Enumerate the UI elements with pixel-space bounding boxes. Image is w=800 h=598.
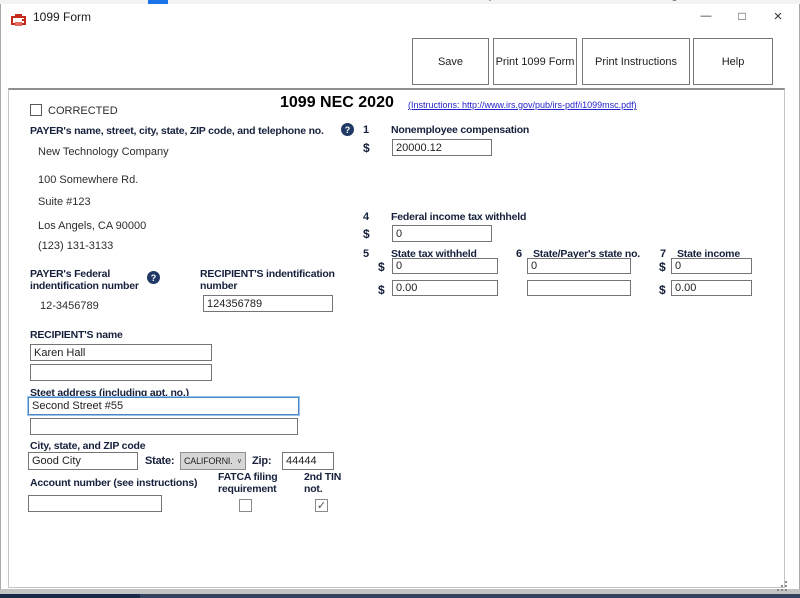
help-button[interactable]: Help (693, 38, 773, 85)
payer-suite: Suite #123 (38, 196, 91, 208)
zip-input[interactable] (282, 452, 334, 470)
recipient-name2-input[interactable] (30, 364, 212, 381)
question-mark-icon: ? (151, 273, 157, 283)
instructions-link[interactable]: (Instructions: http://www.irs.gov/pub/ir… (408, 100, 637, 110)
box7-row1-dollar-sign: $ (659, 260, 666, 274)
recipient-id-input[interactable] (203, 295, 333, 312)
state-dropdown-value: CALIFORNI. (184, 456, 233, 466)
payer-state-no-row1-input[interactable] (527, 258, 631, 274)
street-address-input[interactable] (28, 397, 299, 415)
box1-label: Nonemployee compensation (391, 124, 529, 136)
state-tax-withheld-row2-input[interactable] (392, 280, 498, 296)
payer-info-label: PAYER's name, street, city, state, ZIP c… (30, 125, 324, 137)
minimize-button[interactable]: — (689, 4, 723, 28)
window-1099-form: File Edit View Insert Format Tools Add-o… (0, 0, 800, 598)
question-mark-icon: ? (345, 125, 351, 135)
taskbar-strip-left (0, 594, 140, 598)
recipient-name-label: RECIPIENT'S name (30, 329, 123, 341)
maximize-icon: □ (738, 9, 745, 23)
payer-fed-id-value: 12-3456789 (40, 300, 99, 312)
fatca-checkbox[interactable] (239, 499, 252, 512)
second-tin-label: 2nd TIN not. (304, 471, 341, 495)
background-app-icon (148, 0, 168, 4)
account-number-label: Account number (see instructions) (30, 477, 197, 489)
state-tax-withheld-row1-input[interactable] (392, 258, 498, 274)
state-income-row1-input[interactable] (671, 258, 752, 274)
resize-grip[interactable] (776, 580, 788, 591)
box4-dollar-sign: $ (363, 227, 370, 241)
save-button[interactable]: Save (412, 38, 489, 85)
payer-city-line: Los Angels, CA 90000 (38, 220, 146, 232)
form-title: 1099 NEC 2020 (280, 94, 394, 112)
city-state-zip-label: City, state, and ZIP code (30, 440, 145, 452)
close-icon: × (774, 8, 783, 25)
second-tin-checkbox[interactable]: ✓ (315, 499, 328, 512)
box5-number: 5 (363, 248, 369, 260)
window-title: 1099 Form (33, 10, 91, 24)
box7-number: 7 (660, 248, 666, 260)
fatca-label: FATCA filing requirement (218, 471, 277, 495)
box5-row2-dollar-sign: $ (378, 283, 385, 297)
print-instructions-button[interactable]: Print Instructions (582, 38, 690, 85)
box4-number: 4 (363, 211, 369, 223)
state-income-row2-input[interactable] (671, 280, 752, 296)
box4-label: Federal income tax withheld (391, 211, 526, 223)
corrected-checkbox[interactable] (30, 104, 42, 116)
recipient-id-label: RECIPIENT'S indentification number (200, 268, 335, 292)
payer-street: 100 Somewhere Rd. (38, 174, 138, 186)
zip-label: Zip: (252, 455, 271, 468)
box1-number: 1 (363, 124, 369, 136)
payer-fed-id-label: PAYER's Federal indentification number (30, 268, 139, 292)
close-button[interactable]: × (761, 4, 795, 28)
box6-number: 6 (516, 248, 522, 260)
background-status-text: Last edit was seconds ago (565, 0, 683, 2)
street-address2-input[interactable] (30, 418, 298, 435)
maximize-button[interactable]: □ (725, 4, 759, 28)
check-icon: ✓ (317, 499, 326, 512)
nonemployee-compensation-input[interactable] (392, 139, 492, 156)
box1-dollar-sign: $ (363, 141, 370, 155)
state-dropdown[interactable]: CALIFORNI. ∨ (180, 452, 246, 470)
titlebar: 1099 Form — □ × (1, 4, 799, 29)
state-label: State: (145, 455, 174, 468)
corrected-label: CORRECTED (48, 105, 118, 117)
print-1099-form-button[interactable]: Print 1099 Form (493, 38, 577, 85)
background-window-strip: File Edit View Insert Format Tools Add-o… (0, 0, 800, 4)
box5-row1-dollar-sign: $ (378, 260, 385, 274)
recipient-name-input[interactable] (30, 344, 212, 361)
payer-help-icon[interactable]: ? (341, 123, 354, 136)
background-menu-bar: File Edit View Insert Format Tools Add-o… (185, 0, 494, 2)
payer-name: New Technology Company (38, 146, 169, 158)
minimize-icon: — (701, 10, 712, 22)
account-number-input[interactable] (28, 495, 162, 512)
box7-row2-dollar-sign: $ (659, 283, 666, 297)
payer-state-no-row2-input[interactable] (527, 280, 631, 296)
chevron-down-icon: ∨ (237, 457, 242, 465)
app-icon (11, 13, 26, 27)
form-panel (8, 88, 785, 588)
payer-fed-id-help-icon[interactable]: ? (147, 271, 160, 284)
payer-phone: (123) 131-3133 (38, 240, 113, 252)
city-input[interactable] (28, 452, 138, 470)
federal-income-tax-input[interactable] (392, 225, 492, 242)
